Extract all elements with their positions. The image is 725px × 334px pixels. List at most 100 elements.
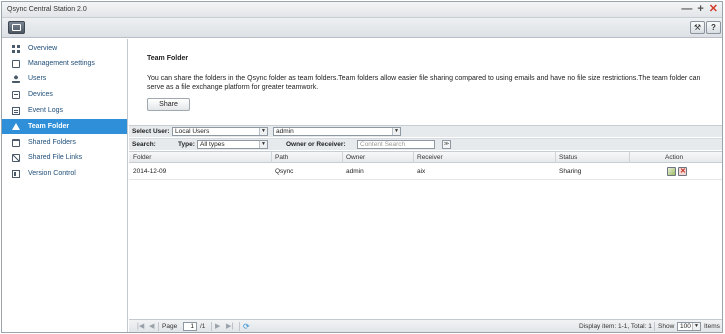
- event-log-icon: [12, 106, 20, 115]
- sidebar-item-management-settings[interactable]: Management settings: [2, 56, 127, 71]
- column-header-action: Action: [665, 154, 684, 161]
- user-type-select[interactable]: Local Users ▼: [172, 127, 268, 136]
- window-icon: [12, 24, 21, 31]
- maximize-button[interactable]: +: [697, 3, 703, 16]
- help-button[interactable]: ?: [706, 21, 721, 34]
- sidebar-item-label: Shared Folders: [28, 139, 76, 146]
- sidebar-item-event-logs[interactable]: Event Logs: [2, 103, 127, 118]
- tools-button[interactable]: ⚒: [690, 21, 705, 34]
- select-user-label: Select User:: [132, 128, 170, 135]
- display-summary: Display item: 1-1, Total: 1: [579, 323, 652, 330]
- pager-divider: [239, 322, 240, 331]
- sidebar-item-shared-folders[interactable]: Shared Folders: [2, 135, 127, 150]
- previous-page-icon[interactable]: ◀: [149, 322, 154, 330]
- minimize-button[interactable]: —: [681, 3, 692, 16]
- sidebar-item-label: Version Control: [28, 170, 76, 177]
- next-page-icon[interactable]: ▶: [215, 322, 220, 330]
- expand-search-icon[interactable]: ≫: [442, 140, 451, 149]
- column-header-status[interactable]: Status: [559, 154, 577, 161]
- cell-folder: 2014-12-09: [133, 168, 167, 175]
- edit-icon[interactable]: [667, 167, 676, 176]
- device-icon: [12, 90, 20, 99]
- type-label: Type:: [178, 141, 195, 148]
- help-icon: ?: [711, 23, 716, 32]
- show-label: Show: [658, 323, 675, 330]
- column-header-path[interactable]: Path: [275, 154, 288, 161]
- content-search-placeholder: Content Search: [360, 141, 406, 148]
- table-header: Folder Path Owner Receiver Status Action: [129, 151, 722, 163]
- cell-owner: admin: [346, 168, 364, 175]
- pager-divider: [158, 322, 159, 331]
- close-button[interactable]: ✕: [709, 3, 718, 16]
- pager-divider: [654, 322, 655, 331]
- pagination-bar: |◀ ◀ Page 1 /1 ▶ ▶| ⟳ Display item: 1-1,…: [129, 319, 722, 332]
- user-filter-bar: Select User: Local Users ▼ admin ▼: [129, 125, 722, 137]
- refresh-icon[interactable]: ⟳: [243, 322, 250, 331]
- user-icon: [12, 74, 20, 83]
- column-header-folder[interactable]: Folder: [133, 154, 151, 161]
- management-icon: [12, 59, 20, 68]
- sidebar-item-version-control[interactable]: Version Control: [2, 166, 127, 181]
- chevron-down-icon: ▼: [392, 128, 400, 135]
- sidebar-item-shared-file-links[interactable]: Shared File Links: [2, 150, 127, 165]
- window-controls: — + ✕: [681, 3, 718, 16]
- sidebar-item-team-folder[interactable]: Team Folder: [2, 119, 127, 134]
- user-type-value: Local Users: [175, 128, 210, 135]
- column-divider: [342, 152, 343, 163]
- column-divider: [413, 152, 414, 163]
- chevron-down-icon: ▼: [692, 323, 700, 330]
- user-select[interactable]: admin ▼: [273, 127, 401, 136]
- user-value: admin: [276, 128, 294, 135]
- last-page-icon[interactable]: ▶|: [226, 322, 233, 330]
- column-divider: [271, 152, 272, 163]
- sidebar-item-label: Users: [28, 75, 47, 82]
- overview-icon: [12, 44, 20, 53]
- delete-icon[interactable]: [678, 167, 687, 176]
- cell-path: Qsync: [275, 168, 294, 175]
- app-window: Qsync Central Station 2.0 — + ✕ ⚒ ? Over…: [1, 1, 723, 333]
- sidebar-item-label: Team Folder: [28, 123, 70, 130]
- page-title: Team Folder: [147, 55, 189, 62]
- sidebar-item-devices[interactable]: Devices: [2, 87, 127, 102]
- column-header-owner[interactable]: Owner: [346, 154, 365, 161]
- sidebar-item-label: Shared File Links: [28, 154, 83, 161]
- items-per-page-value: 100: [680, 323, 691, 330]
- items-label: Items: [704, 323, 720, 330]
- sidebar-item-overview[interactable]: Overview: [2, 41, 127, 56]
- column-header-receiver[interactable]: Receiver: [417, 154, 443, 161]
- sidebar-item-label: Overview: [28, 45, 58, 52]
- link-icon: [12, 153, 20, 162]
- column-divider: [629, 152, 630, 163]
- window-title: Qsync Central Station 2.0: [7, 6, 87, 13]
- column-divider: [555, 152, 556, 163]
- cell-status: Sharing: [559, 168, 582, 175]
- version-icon: [12, 169, 20, 178]
- search-label: Search:: [132, 141, 156, 148]
- sidebar: Overview Management settings Users Devic…: [2, 39, 128, 332]
- search-filter-bar: Search: Type: All types ▼ Owner or Recei…: [129, 138, 722, 150]
- home-button[interactable]: [8, 21, 25, 34]
- sidebar-item-users[interactable]: Users: [2, 71, 127, 86]
- type-select[interactable]: All types ▼: [197, 140, 268, 149]
- team-folder-icon: [12, 123, 20, 130]
- table-row[interactable]: 2014-12-09 Qsync admin aix Sharing: [129, 164, 722, 180]
- main-panel: Team Folder You can share the folders in…: [129, 39, 722, 332]
- share-button[interactable]: Share: [147, 98, 190, 111]
- chevron-down-icon: ▼: [259, 141, 267, 148]
- type-value: All types: [200, 141, 225, 148]
- page-label: Page: [162, 323, 178, 330]
- content-search-input[interactable]: Content Search: [357, 140, 435, 149]
- shared-folder-icon: [12, 138, 20, 147]
- owner-receiver-label: Owner or Receiver:: [286, 141, 346, 148]
- total-pages: /1: [200, 323, 206, 330]
- page-number-input[interactable]: 1: [183, 322, 197, 331]
- toolbar: ⚒ ?: [2, 18, 722, 38]
- title-bar: Qsync Central Station 2.0 — + ✕: [2, 2, 722, 18]
- sidebar-item-label: Management settings: [28, 60, 95, 67]
- cell-receiver: aix: [417, 168, 426, 175]
- items-per-page-select[interactable]: 100 ▼: [677, 322, 701, 331]
- pager-divider: [211, 322, 212, 331]
- first-page-icon[interactable]: |◀: [137, 322, 144, 330]
- page-description: You can share the folders in the Qsync f…: [147, 75, 701, 91]
- chevron-down-icon: ▼: [259, 128, 267, 135]
